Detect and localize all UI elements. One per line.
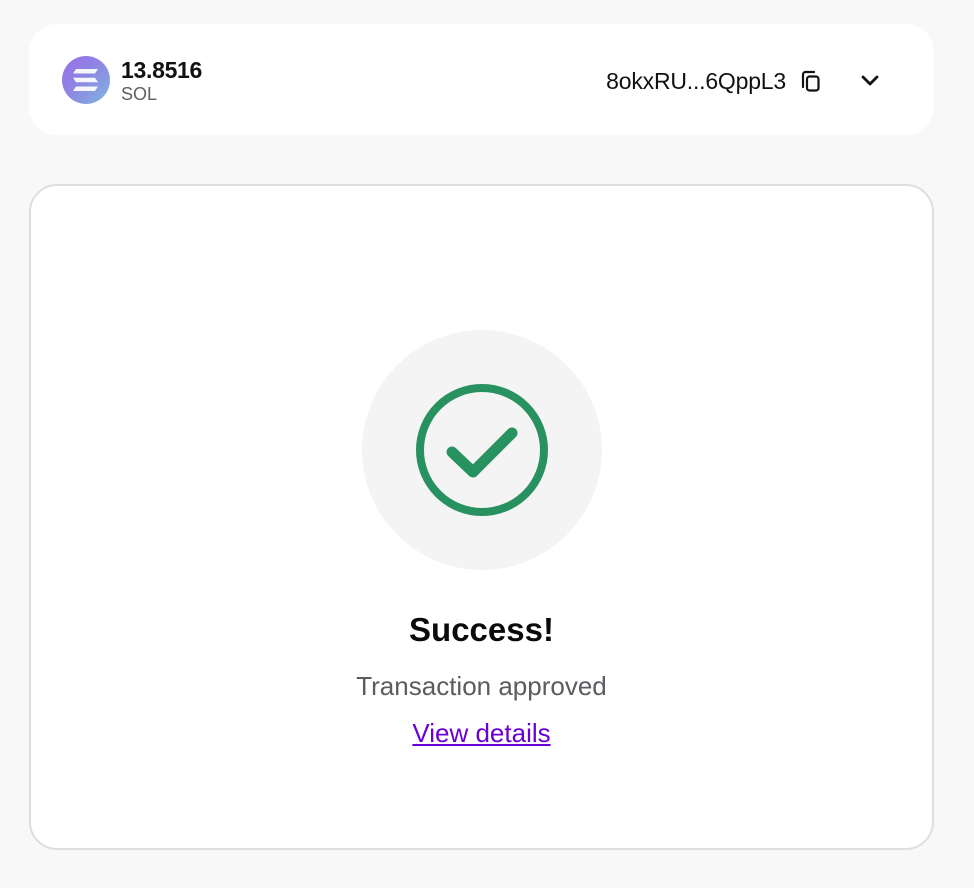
balance-unit: SOL	[121, 84, 158, 104]
copy-icon	[801, 70, 820, 92]
status-icon-container	[362, 330, 602, 570]
view-details-container: View details	[31, 716, 932, 750]
copy-address-button[interactable]	[795, 67, 825, 97]
check-circle-icon	[416, 384, 548, 516]
account-header: 13.8516 SOL 8okxRU...6QppL3	[29, 24, 934, 135]
balance-amount: 13.8516	[121, 57, 203, 83]
sol-logo-icon	[62, 56, 110, 104]
transaction-status-card: Success! Transaction approved View detai…	[29, 184, 934, 850]
status-title: Success!	[409, 611, 554, 648]
wallet-address: 8okxRU...6QppL3	[606, 68, 786, 94]
chevron-down-icon	[861, 75, 879, 86]
account-dropdown-button[interactable]	[855, 65, 885, 95]
view-details-link[interactable]: View details	[412, 718, 550, 748]
status-subtitle: Transaction approved	[356, 671, 607, 701]
